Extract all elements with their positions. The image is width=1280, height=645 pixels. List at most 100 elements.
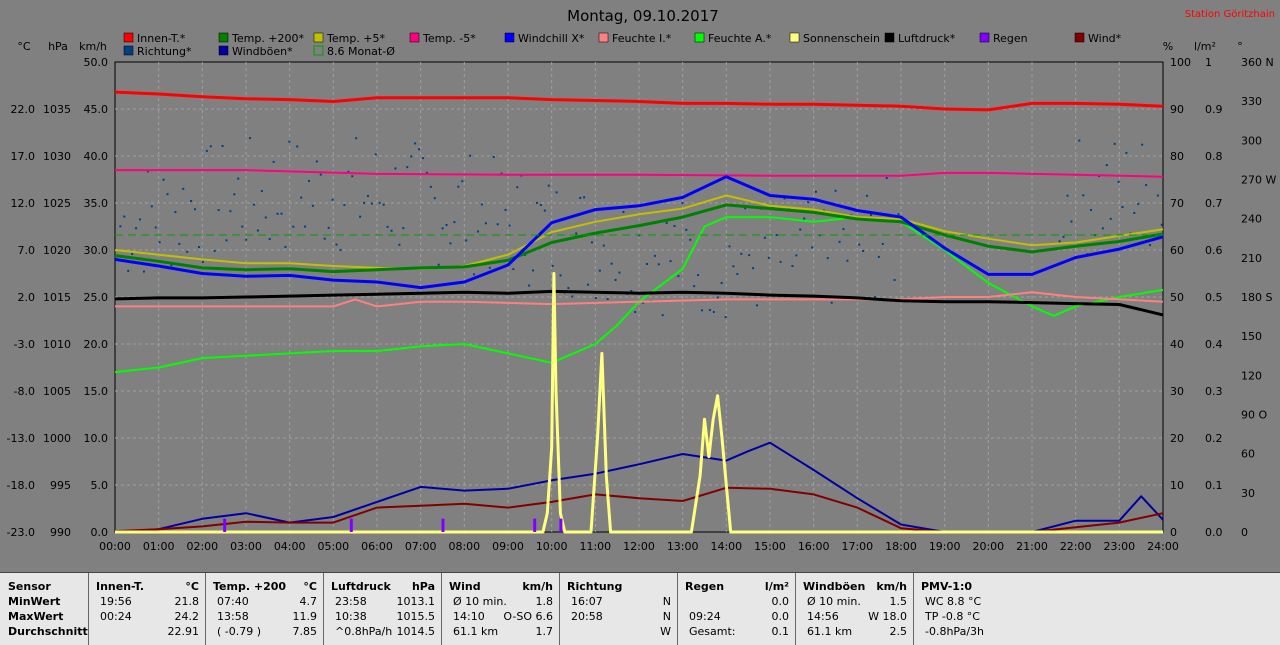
humidity-axis-tick: 90 — [1170, 103, 1184, 116]
direction-point — [551, 264, 554, 267]
direction-point — [441, 227, 444, 230]
direction-point — [559, 274, 562, 277]
direction-point — [881, 242, 884, 245]
direction-point — [370, 202, 373, 205]
direction-point — [693, 285, 696, 288]
direction-point — [547, 184, 550, 187]
table-column: Richtung 16:07 N 20:58 N W — [559, 573, 678, 645]
table-column: Luftdruck hPa 23:58 1013.1 10:38 1015.5 ^0.8hP… — [323, 573, 442, 645]
temp-axis-tick: -18.0 — [7, 479, 35, 492]
direction-point — [814, 190, 817, 193]
rain-axis-tick: 0.4 — [1205, 338, 1223, 351]
direction-point — [150, 205, 153, 208]
direction-point — [685, 228, 688, 231]
direction-point — [862, 250, 865, 253]
direction-point — [791, 265, 794, 268]
direction-point — [363, 201, 366, 204]
temp-axis-tick: 7.0 — [18, 244, 36, 257]
table-column: Regen l/m² 0.0 09:24 0.0 Gesamt: 0.1 — [677, 573, 796, 645]
direction-point — [296, 145, 299, 148]
table-cell: 22.91 — [167, 625, 200, 638]
direction-point — [319, 173, 322, 176]
direction-point — [194, 208, 197, 211]
wind-axis-tick: 20.0 — [84, 338, 109, 351]
legend-swatch — [789, 32, 800, 43]
x-tick: 09:00 — [492, 540, 524, 553]
direction-point — [803, 217, 806, 220]
table-cell: hPa — [411, 580, 435, 593]
x-tick: 24:00 — [1147, 540, 1179, 553]
table-cell: 20:58 — [571, 610, 603, 623]
table-cell: ( -0.79 ) — [217, 625, 262, 638]
legend-swatch — [123, 32, 134, 43]
legend-label: Regen — [993, 32, 1028, 45]
direction-point — [260, 190, 263, 193]
direction-point — [245, 238, 248, 241]
x-tick: 18:00 — [885, 540, 917, 553]
direction-point — [1062, 235, 1065, 238]
direction-point — [461, 180, 464, 183]
table-cell: Innen-T. — [96, 580, 145, 593]
direction-point — [201, 260, 204, 263]
pressure-axis-tick: 1020 — [43, 244, 71, 257]
wind-axis-tick: 40.0 — [84, 150, 109, 163]
direction-point — [256, 229, 259, 232]
temp-axis-tick: 12.0 — [11, 197, 36, 210]
direction-point — [877, 255, 880, 258]
direction-point — [834, 189, 837, 192]
x-tick: 05:00 — [317, 540, 349, 553]
table-cell: 4.7 — [299, 595, 318, 608]
direction-point — [720, 282, 723, 285]
direction-point — [335, 243, 338, 246]
direction-point — [476, 230, 479, 233]
x-tick: 12:00 — [623, 540, 655, 553]
wind-axis-tick: 15.0 — [84, 385, 109, 398]
humidity-axis-tick: 40 — [1170, 338, 1184, 351]
x-tick: 00:00 — [99, 540, 131, 553]
direction-point — [1137, 202, 1140, 205]
table-cell: 14:10 — [453, 610, 485, 623]
table-cell: 13:58 — [217, 610, 249, 623]
direction-point — [653, 254, 656, 257]
table-cell: Gesamt: — [689, 625, 736, 638]
table-cell: Durchschnitt — [8, 625, 88, 638]
direction-point — [139, 218, 142, 221]
direction-point — [539, 203, 542, 206]
x-tick: 23:00 — [1103, 540, 1135, 553]
legend-label: Luftdruck* — [898, 32, 956, 45]
direction-point — [209, 145, 212, 148]
direction-point — [449, 242, 452, 245]
direction-point — [708, 309, 711, 312]
direction-point — [162, 178, 165, 181]
direction-point — [304, 225, 307, 228]
x-tick: 21:00 — [1016, 540, 1048, 553]
direction-axis-tick: 30 — [1241, 487, 1255, 500]
rain-axis-tick: 0.5 — [1205, 291, 1223, 304]
direction-point — [622, 210, 625, 213]
direction-axis-tick: 360 N — [1241, 56, 1274, 69]
direction-point — [846, 259, 849, 262]
direction-point — [406, 166, 409, 169]
direction-point — [799, 228, 802, 231]
legend-swatch — [218, 45, 229, 56]
legend-label: Feuchte I.* — [612, 32, 672, 45]
legend-swatch — [218, 32, 229, 43]
rain-bar — [223, 518, 227, 532]
direction-point — [205, 149, 208, 152]
direction-point — [732, 265, 735, 268]
rain-bar — [559, 518, 563, 532]
direction-point — [807, 201, 810, 204]
x-tick: 10:00 — [536, 540, 568, 553]
rain-bar — [349, 518, 353, 532]
table-cell: 07:40 — [217, 595, 249, 608]
legend-item: Temp. +200* — [218, 32, 305, 45]
direction-point — [712, 311, 715, 314]
direction-point — [429, 185, 432, 188]
pressure-axis-tick: 1005 — [43, 385, 71, 398]
table-column: Sensor MinWert MaxWert Durchschnitt — [0, 573, 89, 645]
direction-point — [433, 197, 436, 200]
pressure-axis-tick: 990 — [50, 526, 71, 539]
direction-point — [606, 298, 609, 301]
rain-axis-tick: 0.9 — [1205, 103, 1223, 116]
direction-point — [677, 275, 680, 278]
